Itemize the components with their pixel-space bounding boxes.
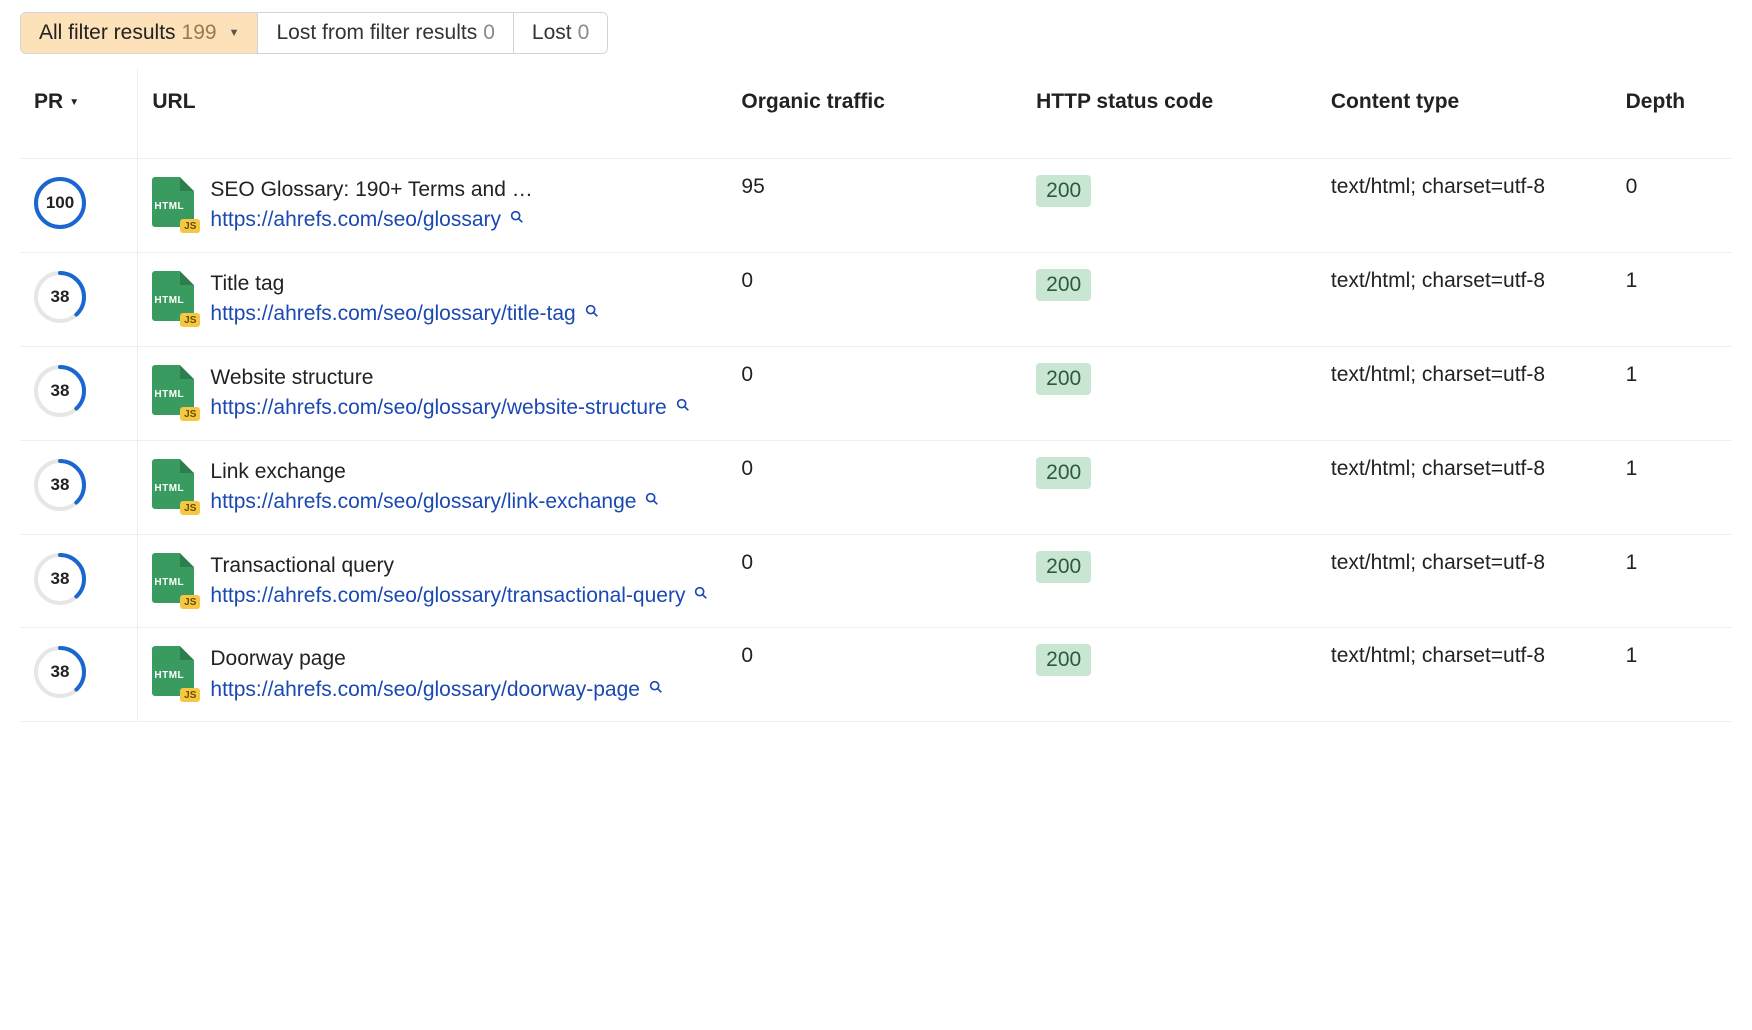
search-icon[interactable] (509, 209, 525, 225)
page-url-link[interactable]: https://ahrefs.com/seo/glossary/website-… (210, 393, 713, 423)
chevron-down-icon: ▼ (229, 27, 240, 39)
organic-traffic-value: 0 (727, 534, 1022, 628)
pr-ring: 38 (34, 271, 86, 323)
html-file-icon: HTML JS (152, 459, 194, 509)
file-icon-html-label: HTML (154, 483, 184, 494)
filter-tab[interactable]: All filter results199 ▼ (21, 13, 258, 53)
depth-value: 1 (1612, 252, 1732, 346)
html-file-icon: HTML JS (152, 646, 194, 696)
http-status-badge: 200 (1036, 457, 1091, 489)
table-row: 38 HTML JS Transactional query https://a… (20, 534, 1732, 628)
content-type-value: text/html; charset=utf-8 (1317, 159, 1612, 253)
js-badge-icon: JS (180, 595, 200, 609)
sort-desc-icon: ▼ (69, 97, 79, 108)
organic-traffic-value: 0 (727, 252, 1022, 346)
content-type-value: text/html; charset=utf-8 (1317, 440, 1612, 534)
html-file-icon: HTML JS (152, 365, 194, 415)
page-url-link[interactable]: https://ahrefs.com/seo/glossary/link-exc… (210, 487, 713, 517)
html-file-icon: HTML JS (152, 553, 194, 603)
page-title: Title tag (210, 269, 590, 299)
table-row: 38 HTML JS Title tag https://ahrefs.com/… (20, 252, 1732, 346)
page-url-link[interactable]: https://ahrefs.com/seo/glossary (210, 205, 713, 235)
col-depth[interactable]: Depth (1612, 68, 1732, 159)
content-type-value: text/html; charset=utf-8 (1317, 346, 1612, 440)
js-badge-icon: JS (180, 313, 200, 327)
js-badge-icon: JS (180, 219, 200, 233)
depth-value: 1 (1612, 628, 1732, 722)
table-row: 38 HTML JS Doorway page https://ahrefs.c… (20, 628, 1732, 722)
http-status-badge: 200 (1036, 551, 1091, 583)
pr-value: 100 (46, 193, 74, 213)
page-title: Transactional query (210, 551, 590, 581)
depth-value: 1 (1612, 440, 1732, 534)
content-type-value: text/html; charset=utf-8 (1317, 252, 1612, 346)
tab-label: Lost from filter results (276, 21, 477, 45)
html-file-icon: HTML JS (152, 177, 194, 227)
table-row: 38 HTML JS Link exchange https://ahrefs.… (20, 440, 1732, 534)
page-title: Website structure (210, 363, 590, 393)
page-url-link[interactable]: https://ahrefs.com/seo/glossary/transact… (210, 581, 713, 611)
search-icon[interactable] (675, 397, 691, 413)
js-badge-icon: JS (180, 407, 200, 421)
results-table: PR ▼ URL Organic traffic HTTP status cod… (20, 68, 1732, 722)
page-title: SEO Glossary: 190+ Terms and … (210, 175, 590, 205)
page-url-link[interactable]: https://ahrefs.com/seo/glossary/doorway-… (210, 675, 713, 705)
organic-traffic-value: 95 (727, 159, 1022, 253)
file-icon-html-label: HTML (154, 201, 184, 212)
table-row: 38 HTML JS Website structure https://ahr… (20, 346, 1732, 440)
content-type-value: text/html; charset=utf-8 (1317, 628, 1612, 722)
html-file-icon: HTML JS (152, 271, 194, 321)
tab-label: Lost (532, 21, 572, 45)
tab-count: 0 (483, 21, 495, 45)
organic-traffic-value: 0 (727, 346, 1022, 440)
tab-count: 0 (578, 21, 590, 45)
organic-traffic-value: 0 (727, 628, 1022, 722)
pr-value: 38 (51, 381, 70, 401)
http-status-badge: 200 (1036, 269, 1091, 301)
filter-tab[interactable]: Lost from filter results0 (258, 13, 513, 53)
pr-value: 38 (51, 662, 70, 682)
pr-value: 38 (51, 287, 70, 307)
organic-traffic-value: 0 (727, 440, 1022, 534)
col-content-type[interactable]: Content type (1317, 68, 1612, 159)
pr-value: 38 (51, 475, 70, 495)
pr-ring: 38 (34, 459, 86, 511)
pr-ring: 38 (34, 646, 86, 698)
tab-count: 199 (182, 21, 217, 45)
http-status-badge: 200 (1036, 175, 1091, 207)
col-http[interactable]: HTTP status code (1022, 68, 1317, 159)
col-traffic[interactable]: Organic traffic (727, 68, 1022, 159)
http-status-badge: 200 (1036, 363, 1091, 395)
table-row: 100 HTML JS SEO Glossary: 190+ Terms and… (20, 159, 1732, 253)
pr-ring: 38 (34, 365, 86, 417)
depth-value: 1 (1612, 346, 1732, 440)
file-icon-html-label: HTML (154, 670, 184, 681)
page-url-link[interactable]: https://ahrefs.com/seo/glossary/title-ta… (210, 299, 713, 329)
page-title: Doorway page (210, 644, 590, 674)
js-badge-icon: JS (180, 688, 200, 702)
depth-value: 0 (1612, 159, 1732, 253)
content-type-value: text/html; charset=utf-8 (1317, 534, 1612, 628)
pr-ring: 38 (34, 553, 86, 605)
http-status-badge: 200 (1036, 644, 1091, 676)
page-title: Link exchange (210, 457, 590, 487)
depth-value: 1 (1612, 534, 1732, 628)
file-icon-html-label: HTML (154, 295, 184, 306)
col-pr[interactable]: PR ▼ (20, 68, 138, 159)
pr-ring: 100 (34, 177, 86, 229)
col-url[interactable]: URL (138, 68, 728, 159)
tab-label: All filter results (39, 21, 176, 45)
filter-tab[interactable]: Lost0 (514, 13, 607, 53)
js-badge-icon: JS (180, 501, 200, 515)
pr-value: 38 (51, 569, 70, 589)
search-icon[interactable] (644, 491, 660, 507)
search-icon[interactable] (584, 303, 600, 319)
file-icon-html-label: HTML (154, 577, 184, 588)
search-icon[interactable] (693, 585, 709, 601)
filter-tabs: All filter results199 ▼ Lost from filter r… (20, 12, 608, 54)
file-icon-html-label: HTML (154, 389, 184, 400)
search-icon[interactable] (648, 679, 664, 695)
